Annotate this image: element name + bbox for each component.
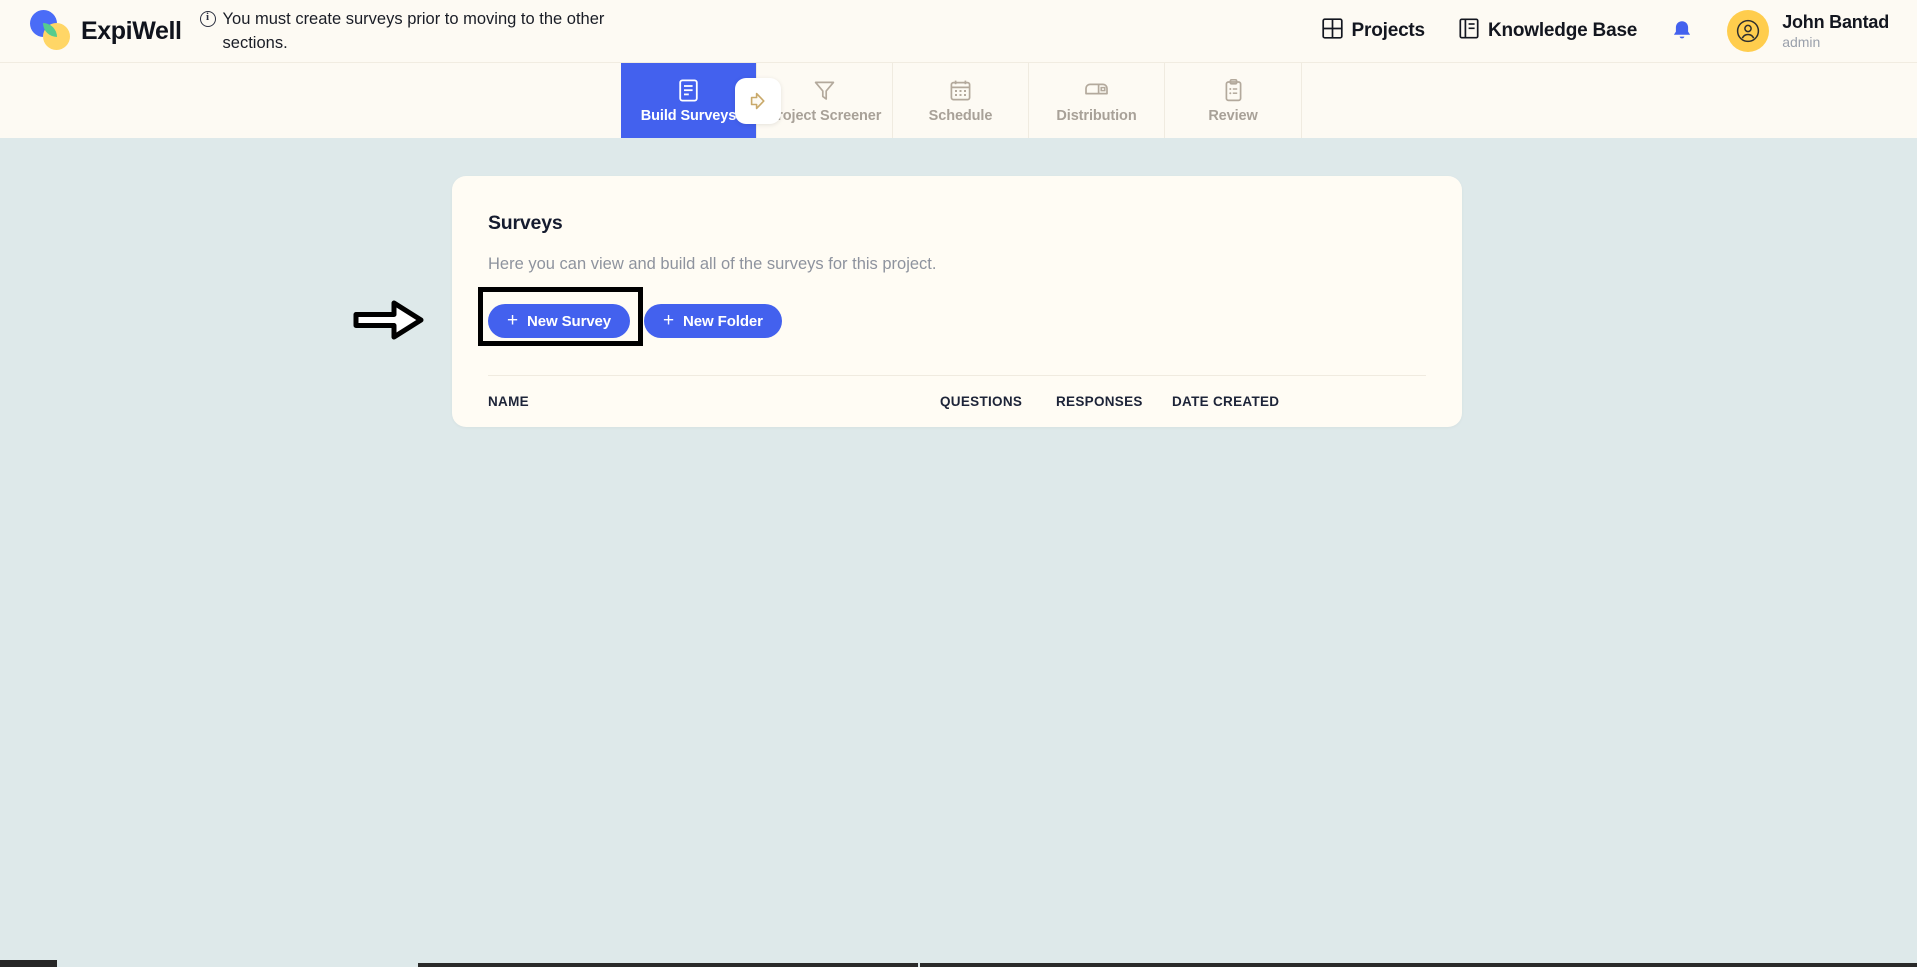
nav-projects[interactable]: Projects [1321,17,1426,45]
tabbar-filler [1301,63,1917,138]
new-folder-button-label: New Folder [683,312,763,330]
alert-banner: You must create surveys prior to moving … [199,6,640,56]
arrow-right-step-icon[interactable] [735,78,781,124]
column-header-date-created[interactable]: DATE CREATED [1172,394,1322,409]
tab-schedule[interactable]: Schedule [893,63,1029,138]
scrollbar-track[interactable] [418,963,918,967]
document-list-icon [676,77,701,103]
scrollbar-thumb[interactable] [0,960,57,967]
expiwell-circles-logo [30,10,72,52]
workflow-tabbar: Build Surveys Project Screener Schedule … [0,62,1917,138]
header-right-group: Projects Knowledge Base John Bantad admi… [1321,10,1889,52]
clipboard-icon [1221,77,1246,103]
tab-review-label: Review [1208,108,1258,124]
column-header-questions[interactable]: QUESTIONS [940,394,1056,409]
nav-knowledge-base-label: Knowledge Base [1487,20,1638,41]
page-subtitle: Here you can view and build all of the s… [488,255,937,273]
horizontal-scrollbar[interactable] [0,958,1917,967]
tab-review[interactable]: Review [1165,63,1301,138]
mailbox-icon [1083,77,1110,103]
tab-schedule-label: Schedule [928,108,993,124]
annotation-arrow-right [353,298,425,347]
brand-logo[interactable]: ExpiWell [30,10,182,52]
user-name: John Bantad [1782,12,1889,32]
surveys-table-header: NAME QUESTIONS RESPONSES DATE CREATED [488,375,1426,427]
plus-icon: + [507,309,518,331]
info-circle-icon [199,10,216,28]
bell-icon[interactable] [1671,19,1693,43]
top-header-bar: ExpiWell You must create surveys prior t… [0,0,1917,62]
workflow-tabs: Build Surveys Project Screener Schedule … [621,63,1301,138]
avatar [1727,10,1770,52]
column-header-name[interactable]: NAME [488,394,940,409]
new-survey-button[interactable]: + New Survey [488,304,631,338]
nav-projects-label: Projects [1351,20,1426,41]
main-content: Surveys Here you can view and build all … [0,138,1917,967]
scrollbar-track[interactable] [920,963,1917,967]
surveys-card: Surveys Here you can view and build all … [353,176,1462,427]
user-info: John Bantad admin [1782,11,1889,51]
new-survey-button-label: New Survey [527,312,612,330]
alert-banner-text: You must create surveys prior to moving … [222,10,605,52]
tab-distribution[interactable]: Distribution [1029,63,1165,138]
grid-icon [1321,17,1343,45]
funnel-icon [812,77,837,103]
new-folder-button[interactable]: + New Folder [644,304,782,338]
column-header-responses[interactable]: RESPONSES [1056,394,1172,409]
tab-distribution-label: Distribution [1056,108,1137,124]
plus-icon: + [663,309,675,331]
calendar-icon [948,77,973,103]
page-title: Surveys [488,212,563,234]
book-icon [1459,17,1479,45]
brand-name: ExpiWell [81,16,182,45]
nav-knowledge-base[interactable]: Knowledge Base [1459,17,1638,45]
tab-build-surveys-label: Build Surveys [640,108,737,124]
tab-project-screener-label: Project Screener [767,108,882,124]
user-role: admin [1782,33,1821,50]
card-actions: + New Survey + New Folder [353,287,1426,346]
user-menu[interactable]: John Bantad admin [1727,10,1889,52]
